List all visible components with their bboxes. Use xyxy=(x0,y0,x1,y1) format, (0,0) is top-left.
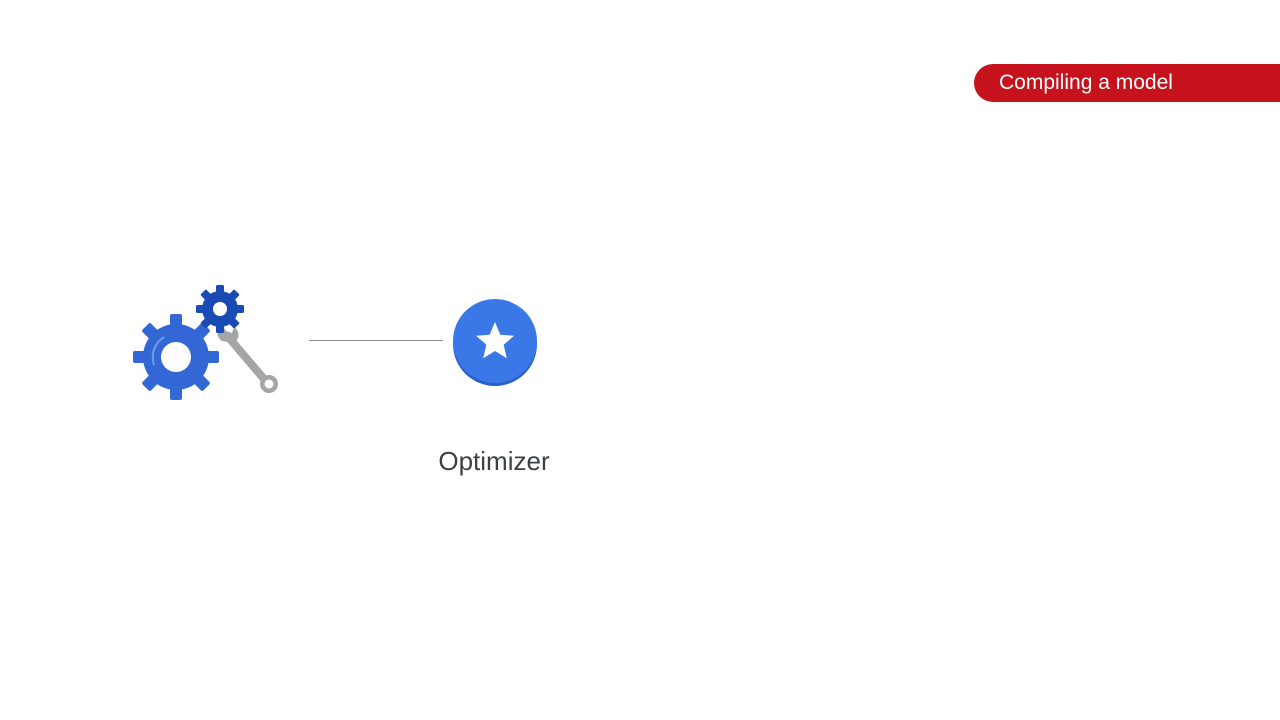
wrench-icon xyxy=(217,325,278,393)
section-tag-label: Compiling a model xyxy=(999,71,1173,94)
small-gear-icon xyxy=(196,285,244,333)
star-circle-icon xyxy=(451,298,539,386)
optimizer-label: Optimizer xyxy=(438,446,550,476)
connector-line xyxy=(309,340,443,341)
section-tag: Compiling a model xyxy=(974,64,1280,102)
slide: Compiling a model Optimizer xyxy=(0,0,1280,720)
gears-wrench-icon xyxy=(130,283,290,403)
